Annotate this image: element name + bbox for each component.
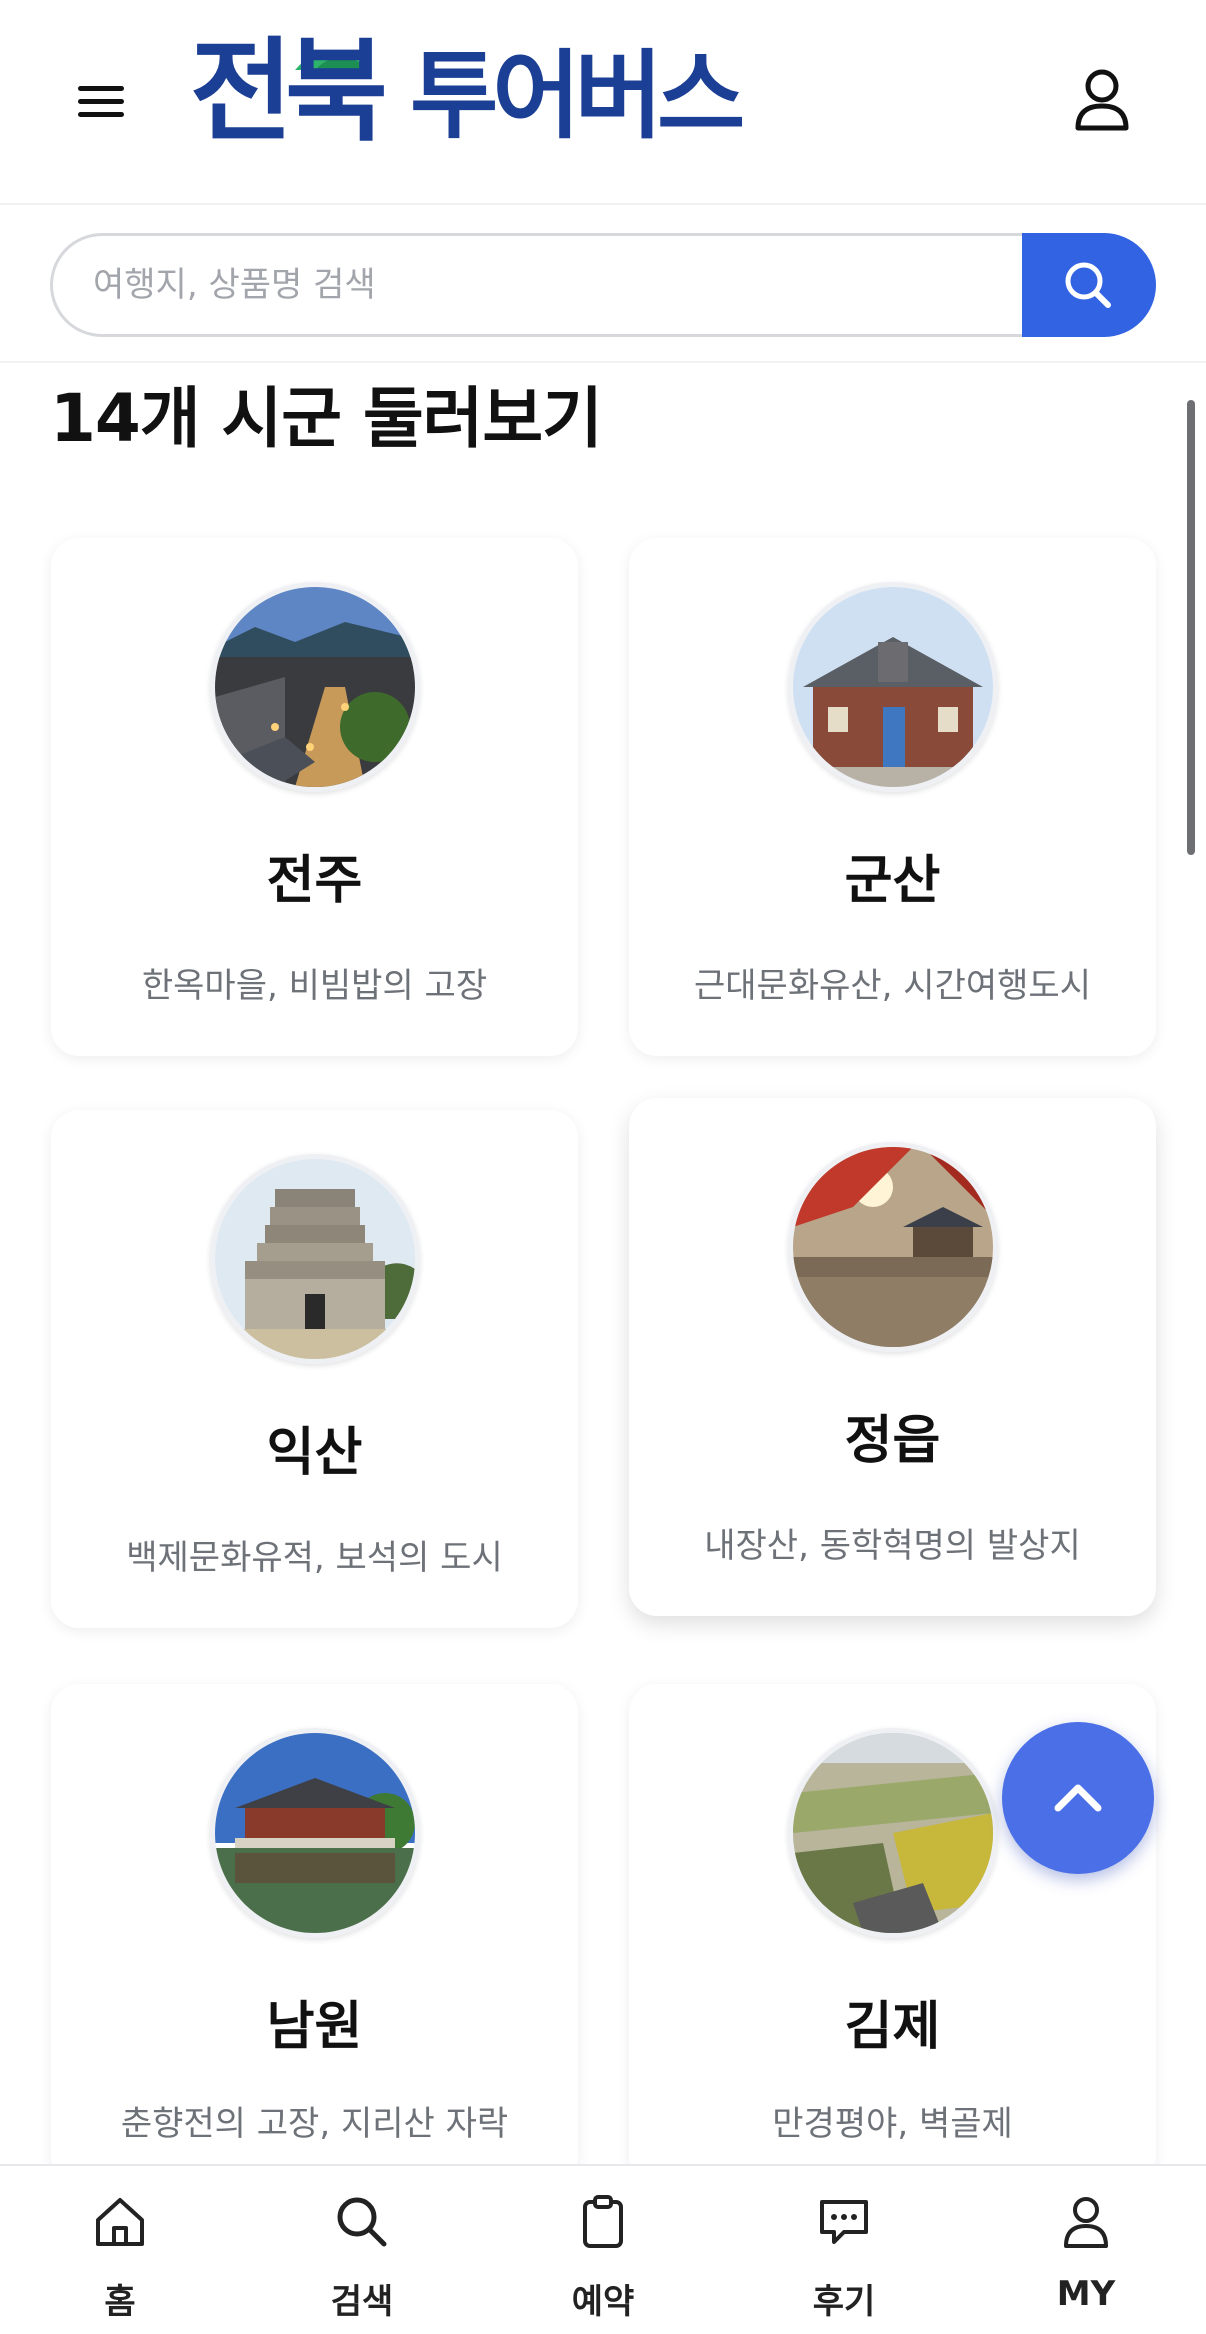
city-description: 근대문화유산, 시간여행도시	[694, 966, 1091, 1006]
city-description: 내장산, 동학혁명의 발상지	[704, 1526, 1081, 1566]
menu-icon-bar	[78, 112, 124, 117]
bottom-nav: 홈 검색 예약 후기 MY	[0, 2164, 1206, 2334]
city-name: 정읍	[844, 1411, 941, 1471]
section-title: 14개 시군 둘러보기	[50, 380, 603, 457]
scrollbar[interactable]	[1187, 400, 1195, 855]
city-name: 전주	[266, 851, 363, 911]
city-description: 만경평야, 벽골제	[772, 2104, 1013, 2144]
nav-label: 예약	[571, 2282, 635, 2322]
city-image-gimje	[788, 1728, 998, 1938]
menu-button[interactable]	[70, 78, 132, 126]
city-card-iksan[interactable]: 익산 백제문화유적, 보석의 도시	[51, 1110, 578, 1628]
search-icon	[337, 2197, 387, 2247]
nav-home[interactable]: 홈	[40, 2166, 200, 2334]
city-card-namwon[interactable]: 남원 춘향전의 고장, 지리산 자락	[51, 1684, 578, 2184]
city-description: 한옥마을, 비빔밥의 고장	[141, 966, 488, 1006]
home-icon	[96, 2198, 144, 2246]
search-bar	[0, 205, 1206, 363]
city-name: 김제	[844, 1997, 941, 2057]
user-icon	[1075, 69, 1129, 131]
chevron-up-icon	[1054, 1784, 1102, 1812]
nav-label: 검색	[330, 2282, 394, 2322]
logo-sub-text: 투어버스	[410, 40, 745, 152]
menu-icon-bar	[78, 86, 124, 91]
clipboard-icon	[583, 2195, 623, 2248]
city-description: 백제문화유적, 보석의 도시	[126, 1538, 503, 1578]
nav-search[interactable]: 검색	[282, 2166, 442, 2334]
search-input[interactable]	[50, 233, 1040, 337]
app-header: 전북 투어버스	[0, 0, 1206, 205]
nav-my[interactable]: MY	[1006, 2166, 1166, 2334]
menu-icon-bar	[78, 99, 124, 104]
user-account-button[interactable]	[1070, 66, 1134, 138]
city-image-jeonju	[210, 582, 420, 792]
city-card-jeonju[interactable]: 전주 한옥마을, 비빔밥의 고장	[51, 538, 578, 1056]
city-image-iksan	[210, 1154, 420, 1364]
search-icon	[1065, 262, 1111, 308]
nav-label: 후기	[812, 2282, 876, 2322]
user-icon	[1064, 2197, 1108, 2248]
city-card-gunsan[interactable]: 군산 근대문화유산, 시간여행도시	[629, 538, 1156, 1056]
nav-reviews[interactable]: 후기	[764, 2166, 924, 2334]
nav-reservation[interactable]: 예약	[523, 2166, 683, 2334]
logo-main-text: 전북	[190, 27, 388, 157]
city-name: 군산	[844, 851, 941, 911]
city-description: 춘향전의 고장, 지리산 자락	[120, 2104, 509, 2144]
scroll-top-button[interactable]	[1002, 1722, 1154, 1874]
city-name: 남원	[266, 1997, 363, 2057]
logo[interactable]: 전북 투어버스	[190, 30, 750, 170]
city-name: 익산	[266, 1423, 363, 1483]
city-card-jeongeup[interactable]: 정읍 내장산, 동학혁명의 발상지	[629, 1098, 1156, 1616]
nav-label: 홈	[104, 2282, 136, 2322]
city-image-gunsan	[788, 582, 998, 792]
nav-label: MY	[1056, 2274, 1116, 2314]
city-image-jeongeup	[788, 1142, 998, 1352]
chat-icon	[820, 2200, 868, 2244]
city-image-namwon	[210, 1728, 420, 1938]
search-button[interactable]	[1022, 233, 1156, 337]
